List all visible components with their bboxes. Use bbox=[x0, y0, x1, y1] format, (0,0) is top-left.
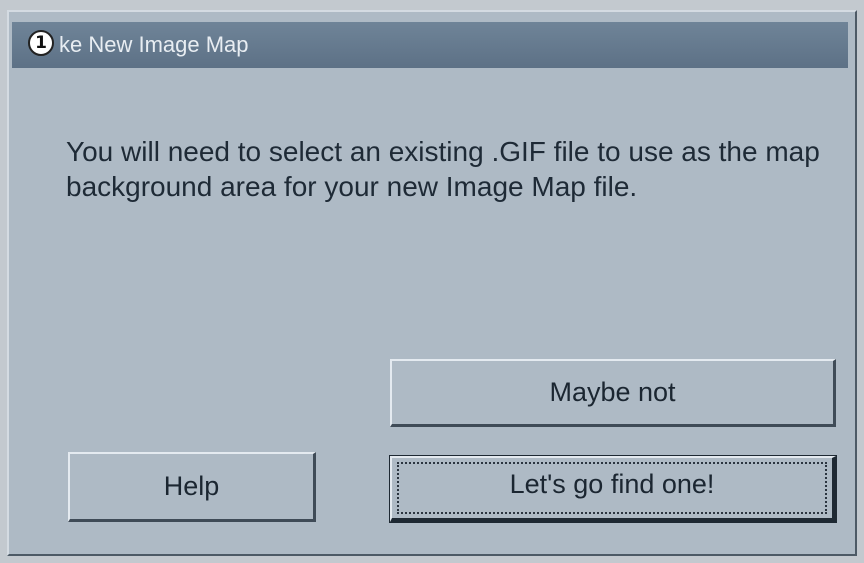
focus-rectangle bbox=[397, 462, 827, 514]
help-button[interactable]: Help bbox=[68, 452, 316, 522]
numbered-callout-badge: 1 bbox=[28, 30, 54, 56]
dialog-title: ke New Image Map bbox=[59, 32, 249, 57]
maybe-not-button[interactable]: Maybe not bbox=[390, 359, 836, 427]
dialog-message: You will need to select an existing .GIF… bbox=[66, 136, 820, 202]
find-one-button[interactable]: Let's go find one! bbox=[389, 455, 837, 523]
help-button-label: Help bbox=[163, 471, 220, 501]
maybe-not-button-label: Maybe not bbox=[549, 377, 676, 407]
